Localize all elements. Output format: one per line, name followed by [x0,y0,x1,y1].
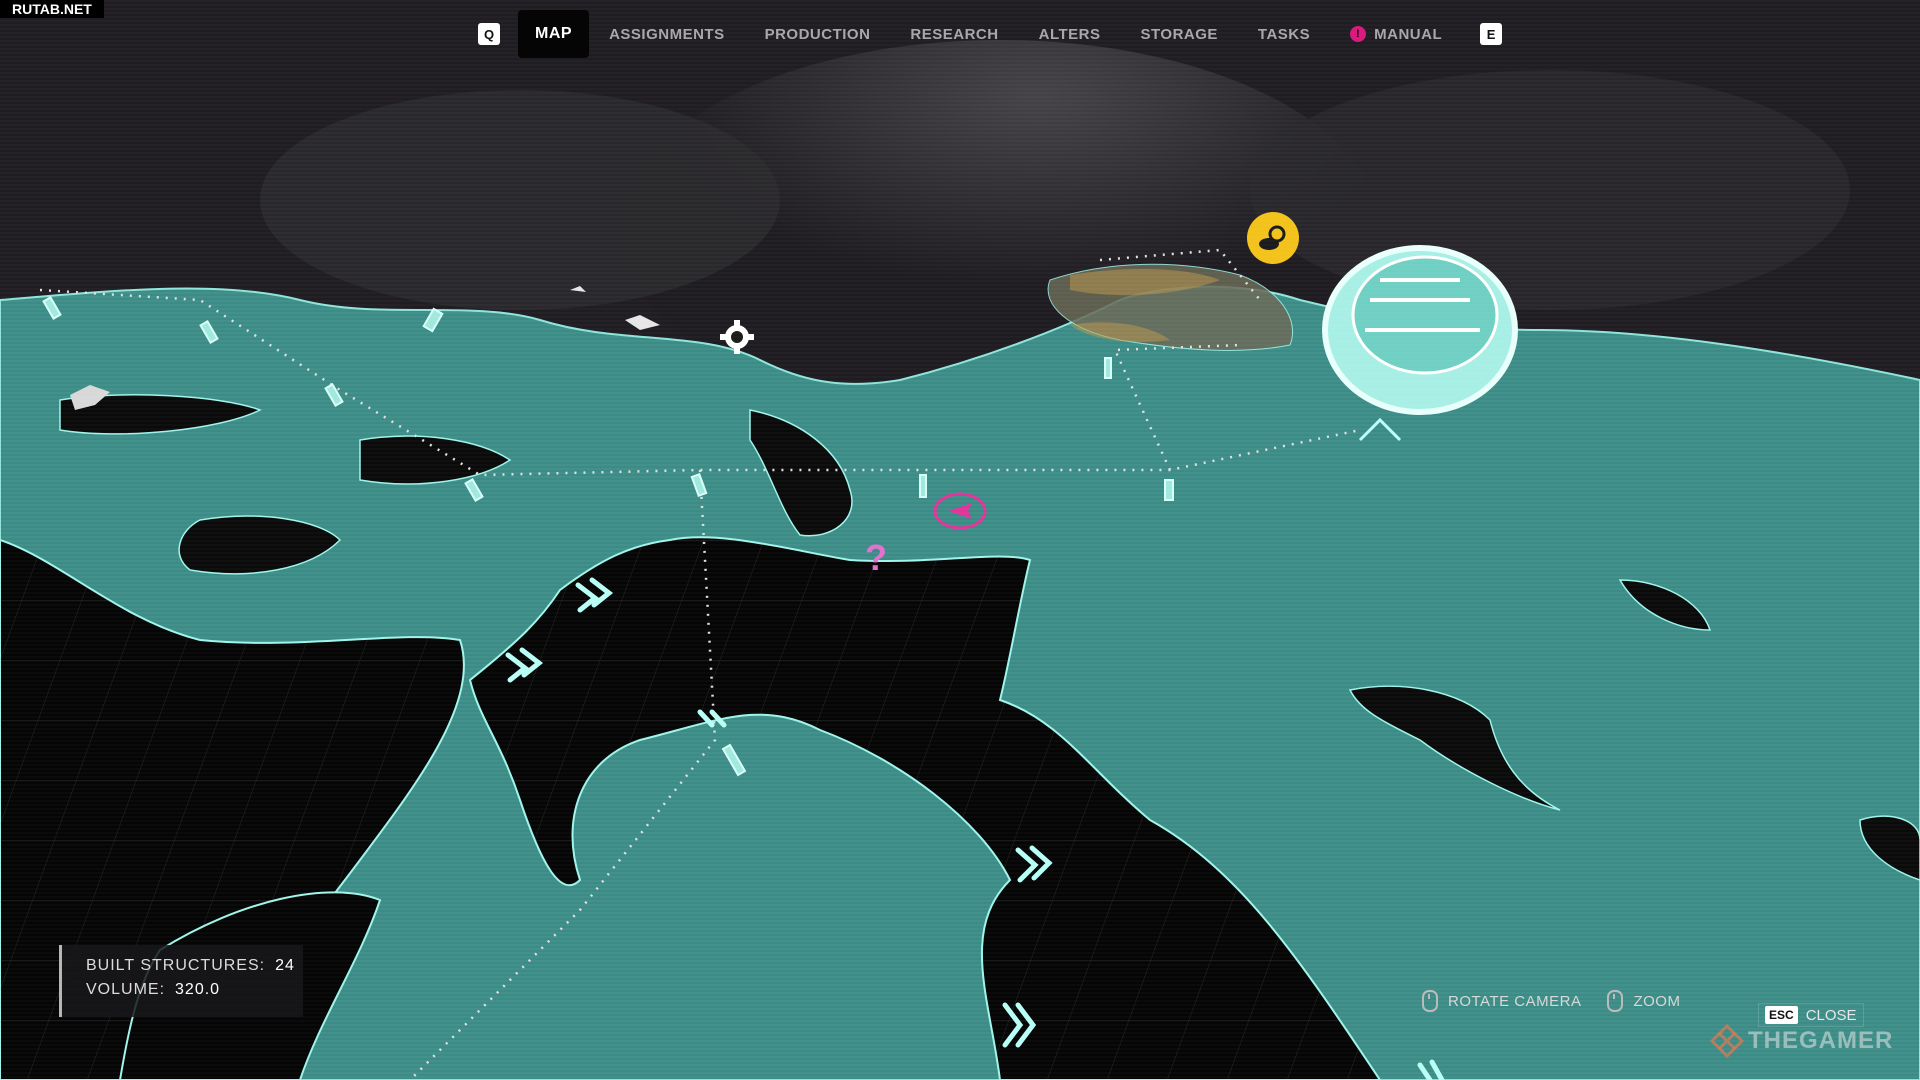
next-tab-key[interactable]: E [1480,23,1503,45]
build-stats-panel: BUILT STRUCTURES: 24 VOLUME: 320.0 [59,945,303,1017]
thegamer-text: THEGAMER [1748,1027,1894,1054]
tab-storage[interactable]: STORAGE [1121,10,1238,58]
zoom-label: ZOOM [1633,992,1681,1010]
esc-key: ESC [1765,1006,1798,1024]
rotate-camera-hint: ROTATE CAMERA [1422,990,1581,1012]
volume-value: 320.0 [175,981,221,998]
mouse-icon [1607,990,1624,1012]
control-hints: ROTATE CAMERA ZOOM [1422,990,1706,1012]
tab-map[interactable]: MAP [518,10,590,58]
close-label: CLOSE [1805,1006,1857,1024]
tab-manual[interactable]: ! MANUAL [1330,10,1462,58]
map-canvas[interactable]: ? [0,0,1920,1080]
thegamer-logo-icon [1710,1024,1744,1058]
alert-icon: ! [1350,26,1367,42]
tab-research[interactable]: RESEARCH [890,10,1018,58]
tab-assignments[interactable]: ASSIGNMENTS [589,10,745,58]
top-navigation: Q MAP ASSIGNMENTS PRODUCTION RESEARCH AL… [460,10,1520,58]
source-watermark: RUTAB.NET [0,0,104,18]
thegamer-watermark: THEGAMER [1710,1024,1893,1058]
built-structures-label: BUILT STRUCTURES: [86,957,266,974]
built-structures-value: 24 [275,957,295,974]
tab-manual-label: MANUAL [1374,25,1443,43]
zoom-hint: ZOOM [1607,990,1680,1012]
rotate-camera-label: ROTATE CAMERA [1448,992,1582,1010]
tab-production[interactable]: PRODUCTION [745,10,891,58]
prev-tab-key[interactable]: Q [478,23,500,45]
mouse-icon [1422,990,1438,1012]
volume-label: VOLUME: [86,981,166,998]
tab-alters[interactable]: ALTERS [1019,10,1121,58]
tab-tasks[interactable]: TASKS [1238,10,1330,58]
